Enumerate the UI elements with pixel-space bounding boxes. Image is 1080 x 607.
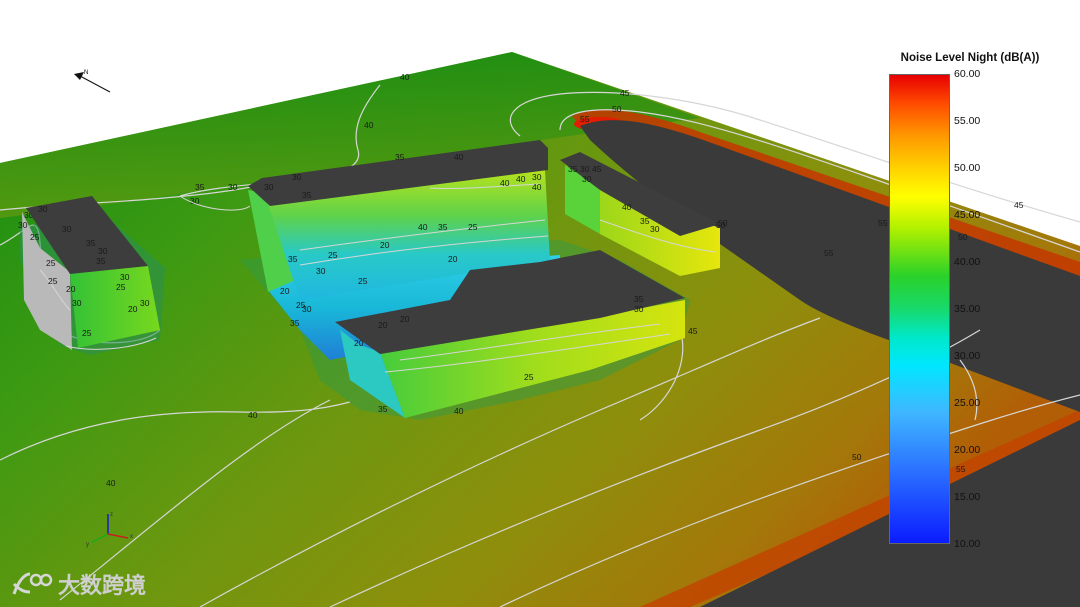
contour-label: 50 [716,220,726,230]
contour-label: 40 [622,202,632,212]
contour-label: 25 [46,258,56,268]
legend-title: Noise Level Night (dB(A)) [900,52,1040,64]
contour-label: 20 [380,240,390,250]
legend-tick-label: 60.00 [954,68,981,80]
contour-label: 25 [48,276,58,286]
orientation-axes-icon: z x y [86,512,133,548]
legend-tick-label: 35.00 [954,303,981,315]
contour-label: 25 [524,372,534,382]
contour-label: 30 [292,172,302,182]
contour-label: 35 [96,256,106,266]
legend-tick-label: 50.00 [954,162,981,174]
north-arrow-icon: N [74,70,111,93]
contour-label: 40 [364,120,374,130]
legend-tick-label: 25.00 [954,397,981,409]
contour-label: 50 [958,232,968,242]
contour-label: 25 [468,222,478,232]
contour-label: 40 [516,174,526,184]
contour-label: 35 [288,254,298,264]
contour-label: 25 [116,282,126,292]
contour-label: 20 [378,320,388,330]
north-label: N [84,70,88,76]
legend-tick-label: 40.00 [954,256,981,268]
contour-label: 30 [582,174,592,184]
contour-label: 35 [634,294,644,304]
contour-label: 35 [568,164,578,174]
legend-color-bar [889,74,950,544]
contour-label: 50 [612,104,622,114]
watermark: 大数跨境 [10,568,146,600]
legend-tick-label: 55.00 [954,115,981,127]
contour-label: 25 [30,232,40,242]
contour-label: 30 [532,172,542,182]
contour-label: 40 [418,222,428,232]
axis-z-label: z [110,512,113,518]
contour-label: 45 [688,326,698,336]
contour-label: 35 [395,152,405,162]
contour-label: 45 [620,88,630,98]
contour-label: 40 [248,410,258,420]
contour-label: 30 [72,298,82,308]
contour-label: 25 [82,328,92,338]
axis-x-label: x [130,534,133,540]
legend-tick-label: 45.00 [954,209,981,221]
contour-label: 30 [634,304,644,314]
contour-label: 20 [66,284,76,294]
contour-label: 30 [580,164,590,174]
contour-label: 45 [592,164,602,174]
contour-label: 40 [106,478,116,488]
contour-label: 20 [448,254,458,264]
contour-label: 50 [852,452,862,462]
contour-label: 20 [280,286,290,296]
legend-tick-label: 10.00 [954,538,981,550]
contour-label: 40 [454,152,464,162]
contour-label: 30 [38,204,48,214]
contour-label: 30 [650,224,660,234]
contour-label: 30 [18,220,28,230]
legend-tick-label: 15.00 [954,491,981,503]
contour-label: 55 [956,464,966,474]
contour-label: 55 [878,218,888,228]
contour-label: 20 [400,314,410,324]
contour-label: 30 [228,182,238,192]
noise-map-viewport[interactable]: 45 50 55 40 35 30 30 30 40 40 50 55 45 5… [0,0,1080,607]
contour-label: 20 [128,304,138,314]
contour-label: 30 [140,298,150,308]
legend-tick-label: 20.00 [954,444,981,456]
contour-label: 30 [302,304,312,314]
contour-label: 35 [302,190,312,200]
contour-label: 30 [316,266,326,276]
contour-label: 55 [824,248,834,258]
watermark-text: 大数跨境 [58,574,147,599]
contour-label: 40 [532,182,542,192]
watermark-logo-icon [12,572,53,595]
contour-label: 35 [290,318,300,328]
contour-label: 55 [580,114,590,124]
contour-label: 30 [120,272,130,282]
contour-label: 45 [1014,200,1024,210]
contour-label: 25 [358,276,368,286]
contour-label: 20 [354,338,364,348]
contour-label: 40 [400,72,410,82]
contour-label: 35 [640,216,650,226]
legend-tick-label: 30.00 [954,350,981,362]
contour-label: 35 [195,182,205,192]
contour-label: 25 [328,250,338,260]
contour-label: 40 [454,406,464,416]
axis-y-label: y [86,542,89,548]
contour-label: 35 [438,222,448,232]
contour-label: 35 [86,238,96,248]
contour-label: 30 [62,224,72,234]
contour-label: 30 [98,246,108,256]
contour-label: 40 [500,178,510,188]
contour-label: 35 [378,404,388,414]
contour-label: 30 [264,182,274,192]
